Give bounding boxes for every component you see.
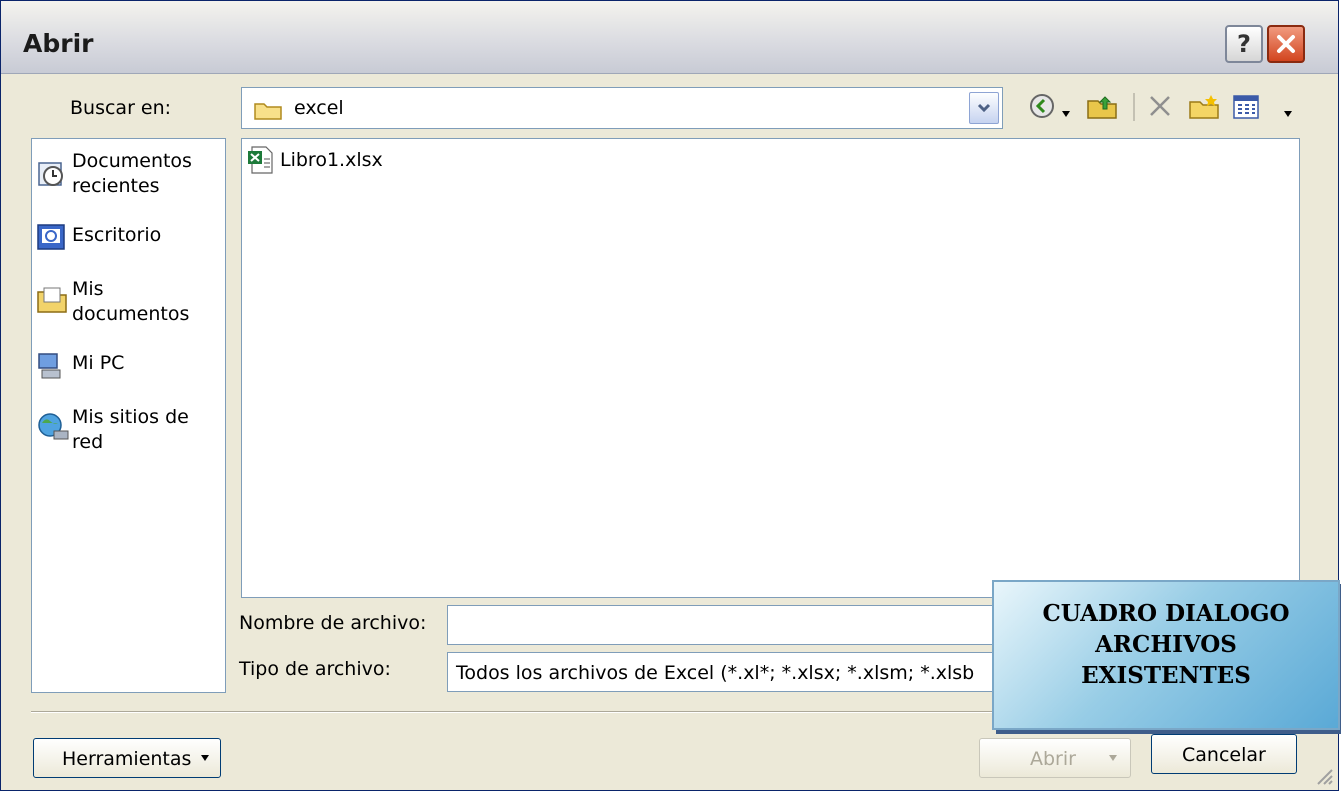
filetype-select[interactable]: Todos los archivos de Excel (*.xl*; *.xl… xyxy=(447,652,1007,692)
look-in-folder: excel xyxy=(294,97,344,119)
place-desktop[interactable]: Escritorio xyxy=(36,223,224,255)
folder-icon xyxy=(254,103,282,120)
my-computer-icon xyxy=(38,353,61,379)
question-icon: ? xyxy=(1237,30,1251,58)
filetype-label: Tipo de archivo: xyxy=(239,658,391,680)
help-button[interactable]: ? xyxy=(1225,25,1263,63)
up-folder-icon xyxy=(1087,96,1117,119)
close-button[interactable] xyxy=(1267,25,1305,63)
place-label: Mis sitios de red xyxy=(72,406,189,453)
views-button[interactable] xyxy=(1233,95,1259,123)
views-grid-icon xyxy=(1233,95,1259,119)
delete-x-icon xyxy=(1150,96,1170,116)
filename-input[interactable] xyxy=(447,605,1007,645)
back-arrow-icon xyxy=(1030,94,1054,118)
small-arrow-down-icon xyxy=(1062,111,1070,117)
desktop-icon xyxy=(37,224,65,250)
place-label: Documentos recientes xyxy=(72,150,192,197)
caption-overlay: CUADRO DIALOGO ARCHIVOS EXISTENTES xyxy=(992,580,1340,730)
tools-button[interactable]: Herramientas xyxy=(33,738,221,778)
small-arrow-down-icon xyxy=(201,755,209,761)
place-my-computer[interactable]: Mi PC xyxy=(36,351,224,383)
network-places-icon xyxy=(38,413,69,440)
small-arrow-down-icon xyxy=(1284,111,1292,117)
place-network[interactable]: Mis sitios de red xyxy=(36,405,224,461)
caption-line: EXISTENTES xyxy=(1081,662,1251,689)
place-label: Mi PC xyxy=(72,352,125,374)
places-bar: Documentos recientes Escritorio Mis docu… xyxy=(31,138,226,693)
new-folder-icon xyxy=(1189,95,1219,119)
place-my-documents[interactable]: Mis documentos xyxy=(36,277,224,333)
back-button[interactable] xyxy=(1029,93,1055,123)
look-in-dropdown-button[interactable] xyxy=(969,92,999,124)
cancel-button[interactable]: Cancelar xyxy=(1151,734,1297,774)
place-label: Mis documentos xyxy=(72,278,190,325)
new-folder-button[interactable] xyxy=(1189,93,1219,123)
look-in-combo[interactable]: excel xyxy=(241,87,1003,129)
views-dropdown-button[interactable] xyxy=(1283,103,1293,122)
toolbar-divider xyxy=(1133,93,1135,121)
file-name: Libro1.xlsx xyxy=(280,149,383,171)
delete-button[interactable] xyxy=(1147,93,1173,123)
open-button[interactable]: Abrir xyxy=(979,738,1131,778)
place-label: Escritorio xyxy=(72,224,162,246)
small-arrow-down-icon xyxy=(1109,755,1117,761)
caption-line: ARCHIVOS xyxy=(1095,631,1237,658)
title-bar[interactable]: Abrir ? xyxy=(1,1,1338,74)
back-dropdown-button[interactable] xyxy=(1061,103,1071,122)
excel-file-icon xyxy=(248,146,273,174)
recent-documents-icon xyxy=(38,162,63,186)
resize-grip-icon[interactable] xyxy=(1312,764,1334,786)
file-list[interactable]: Libro1.xlsx xyxy=(241,138,1300,598)
caption-line: CUADRO DIALOGO xyxy=(1042,600,1290,627)
window-title: Abrir xyxy=(23,29,94,58)
look-in-label: Buscar en: xyxy=(70,97,172,119)
up-folder-button[interactable] xyxy=(1087,93,1117,123)
my-documents-icon xyxy=(37,287,67,313)
close-icon xyxy=(1277,35,1295,53)
chevron-down-icon xyxy=(977,103,991,113)
filename-label: Nombre de archivo: xyxy=(239,612,427,634)
place-recent-documents[interactable]: Documentos recientes xyxy=(36,149,224,205)
